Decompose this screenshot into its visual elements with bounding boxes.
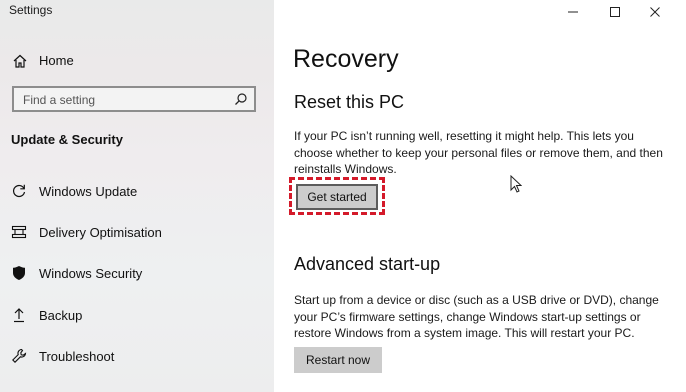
sidebar-item-home[interactable]: Home [0, 48, 274, 72]
shield-icon [13, 266, 25, 280]
sidebar-item-label: Windows Update [39, 184, 138, 199]
search-box[interactable] [12, 86, 256, 112]
sidebar-item-label: Home [39, 53, 74, 68]
section-heading: Update & Security [11, 132, 123, 147]
minimize-icon [568, 11, 578, 13]
sidebar-item-troubleshoot[interactable]: Troubleshoot [0, 343, 274, 369]
window-title: Settings [9, 3, 53, 17]
sidebar-item-windows-update[interactable]: Windows Update [0, 178, 274, 204]
sidebar: Settings Home Update & Security Windows … [0, 0, 274, 392]
window-controls [536, 0, 686, 26]
advanced-heading: Advanced start-up [294, 254, 441, 274]
sidebar-item-label: Windows Security [39, 266, 143, 281]
restart-now-button[interactable]: Restart now [294, 347, 382, 373]
sidebar-item-label: Troubleshoot [39, 349, 115, 364]
sidebar-item-label: Backup [39, 308, 83, 323]
search-input[interactable] [21, 91, 225, 109]
reset-heading: Reset this PC [294, 92, 405, 112]
backup-arrow-icon [14, 308, 24, 323]
search-icon [235, 93, 247, 105]
close-icon [650, 7, 660, 17]
get-started-button[interactable]: Get started [296, 184, 378, 210]
home-icon [13, 54, 27, 68]
minimize-button[interactable] [550, 0, 596, 26]
advanced-description: Start up from a device or disc (such as … [294, 293, 659, 340]
sidebar-item-label: Delivery Optimisation [39, 225, 162, 240]
close-button[interactable] [632, 0, 678, 26]
maximize-icon [610, 7, 620, 17]
sidebar-item-delivery-optimisation[interactable]: Delivery Optimisation [0, 219, 274, 245]
main-content: Recovery Reset this PC If your PC isn’t … [274, 0, 686, 392]
wrench-icon [12, 348, 27, 363]
refresh-icon [13, 184, 26, 198]
mouse-pointer-icon [510, 175, 522, 193]
reset-description: If your PC isn’t running well, resetting… [294, 129, 663, 176]
page-title: Recovery [293, 45, 399, 73]
delivery-optimisation-icon [11, 225, 27, 239]
sidebar-item-windows-security[interactable]: Windows Security [0, 260, 274, 286]
sidebar-item-backup[interactable]: Backup [0, 302, 274, 328]
